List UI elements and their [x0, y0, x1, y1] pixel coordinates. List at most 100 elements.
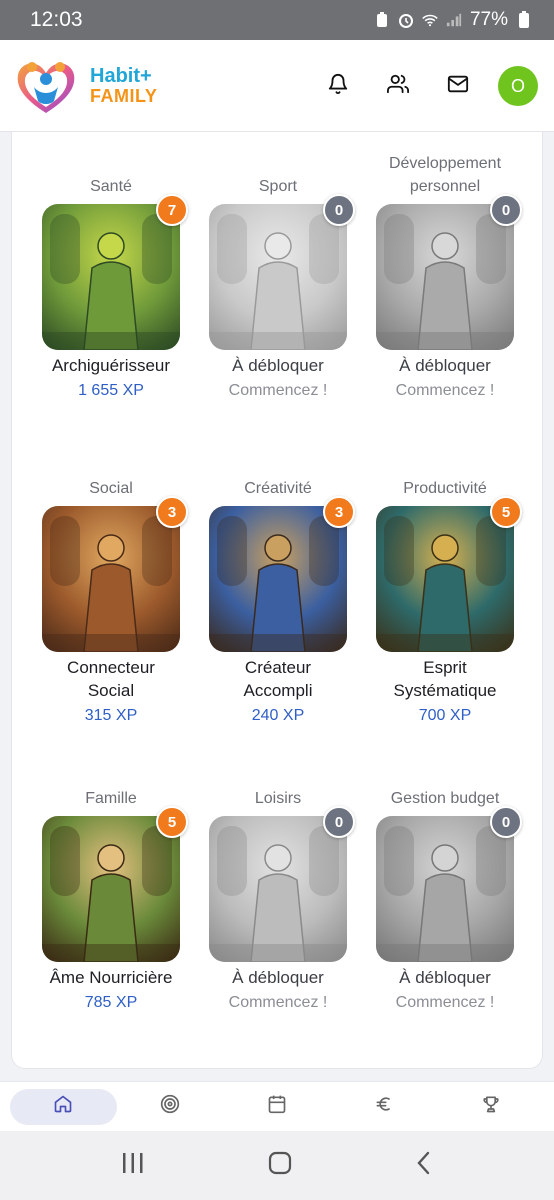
battery-saver-icon: [374, 12, 390, 28]
category-label: Sport: [258, 178, 298, 195]
category-card[interactable]: Sport 0 À débloquer Commencez !: [193, 152, 363, 400]
notifications-button[interactable]: [318, 66, 358, 106]
home-icon: [53, 1094, 73, 1119]
nav-goals[interactable]: [117, 1089, 224, 1125]
users-icon: [387, 73, 409, 100]
character-title: À débloquer: [399, 356, 491, 375]
category-card[interactable]: Productivité 5 Esprit Systématique 700 XP: [360, 454, 530, 725]
category-label: Social: [89, 480, 133, 497]
category-card[interactable]: Famille 5 Âme Nourricière 785 XP: [26, 764, 196, 1012]
category-card[interactable]: Social 3 Connecteur Social 315 XP: [26, 454, 196, 725]
character-title: Âme Nourricière: [49, 968, 173, 987]
category-card[interactable]: Développement personnel 0 À débloquer Comme…: [360, 152, 530, 400]
level-badge: 5: [490, 496, 522, 528]
start-link[interactable]: Commencez !: [193, 994, 363, 1012]
character-portrait[interactable]: 0: [209, 194, 355, 350]
character-portrait[interactable]: 3: [209, 496, 355, 652]
character-portrait[interactable]: 5: [42, 806, 188, 962]
back-icon[interactable]: [414, 1150, 434, 1181]
nav-budget[interactable]: [330, 1089, 437, 1125]
character-title: Créateur Accompli: [243, 658, 313, 700]
xp-value: 1 655 XP: [78, 382, 144, 399]
xp-value: 700 XP: [418, 707, 472, 724]
level-badge: 0: [323, 806, 355, 838]
character-title: Connecteur Social: [67, 658, 155, 700]
avatar-initial: O: [510, 75, 525, 96]
header-actions: O: [298, 66, 538, 106]
portrait-image: [42, 506, 180, 652]
calendar-icon: [267, 1094, 287, 1119]
level-badge: 0: [323, 194, 355, 226]
signal-icon: [446, 12, 462, 28]
category-label: Créativité: [244, 480, 312, 497]
status-bar: 12:03 77%: [0, 0, 554, 40]
portrait-image: [376, 204, 514, 350]
xp-value: 785 XP: [84, 994, 138, 1011]
start-link[interactable]: Commencez !: [193, 382, 363, 400]
character-portrait[interactable]: 0: [376, 806, 522, 962]
bottom-navigation: [0, 1081, 554, 1131]
category-card[interactable]: Santé 7 Archiguérisseur 1 655 XP: [26, 152, 196, 400]
brand-bottom: FAMILY: [90, 85, 158, 106]
category-label: Santé: [90, 178, 132, 195]
category-label: Loisirs: [254, 790, 302, 807]
portrait-image: [209, 204, 347, 350]
euro-icon: [374, 1094, 394, 1119]
character-title: À débloquer: [232, 968, 324, 987]
category-card[interactable]: Loisirs 0 À débloquer Commencez !: [193, 764, 363, 1012]
battery-icon: [516, 11, 532, 28]
level-badge: 0: [490, 806, 522, 838]
character-portrait[interactable]: 3: [42, 496, 188, 652]
level-badge: 0: [490, 194, 522, 226]
alarm-icon: [398, 12, 414, 28]
target-icon: [160, 1094, 180, 1119]
category-label: Développement personnel: [388, 155, 502, 195]
recent-apps-icon[interactable]: [120, 1151, 146, 1180]
start-link[interactable]: Commencez !: [360, 994, 530, 1012]
character-portrait[interactable]: 7: [42, 194, 188, 350]
category-label: Gestion budget: [390, 790, 500, 807]
start-link[interactable]: Commencez !: [360, 382, 530, 400]
habit-family-logo[interactable]: [14, 53, 78, 119]
categories-grid: Santé 7 Archiguérisseur 1 655 XP Sport 0 À déb…: [12, 132, 542, 1068]
app-header: Habit+ FAMILY O: [0, 40, 554, 132]
categories-card: Santé 7 Archiguérisseur 1 655 XP Sport 0 À déb…: [11, 132, 543, 1069]
category-card[interactable]: Gestion budget 0 À débloquer Commencez !: [360, 764, 530, 1012]
level-badge: 7: [156, 194, 188, 226]
brand-top: Habit+: [90, 64, 152, 87]
xp-value: 240 XP: [251, 707, 305, 724]
portrait-image: [376, 816, 514, 962]
character-portrait[interactable]: 5: [376, 496, 522, 652]
user-avatar[interactable]: O: [498, 66, 538, 106]
brand-name: Habit+ FAMILY: [90, 64, 158, 106]
trophy-icon: [481, 1094, 501, 1119]
messages-button[interactable]: [438, 66, 478, 106]
bell-icon: [327, 73, 349, 100]
portrait-image: [42, 204, 180, 350]
family-members-button[interactable]: [378, 66, 418, 106]
nav-trophies[interactable]: [437, 1089, 544, 1125]
category-label: Famille: [85, 790, 137, 807]
category-label: Productivité: [403, 480, 487, 497]
home-system-icon[interactable]: [267, 1150, 293, 1181]
category-card[interactable]: Créativité 3 Créateur Accompli 240 XP: [193, 454, 363, 725]
status-icons: 77%: [374, 9, 532, 31]
portrait-image: [209, 816, 347, 962]
mail-icon: [447, 73, 469, 100]
level-badge: 3: [323, 496, 355, 528]
character-title: À débloquer: [232, 356, 324, 375]
battery-percent: 77%: [469, 9, 508, 30]
nav-calendar[interactable]: [224, 1089, 331, 1125]
character-title: Esprit Systématique: [393, 658, 497, 700]
character-portrait[interactable]: 0: [209, 806, 355, 962]
portrait-image: [42, 816, 180, 962]
character-title: Archiguérisseur: [51, 356, 171, 375]
character-portrait[interactable]: 0: [376, 194, 522, 350]
system-navigation-bar: [0, 1131, 554, 1200]
portrait-image: [376, 506, 514, 652]
xp-value: 315 XP: [84, 707, 138, 724]
character-title: À débloquer: [399, 968, 491, 987]
nav-home[interactable]: [10, 1088, 117, 1125]
level-badge: 5: [156, 806, 188, 838]
status-time: 12:03: [30, 8, 83, 31]
